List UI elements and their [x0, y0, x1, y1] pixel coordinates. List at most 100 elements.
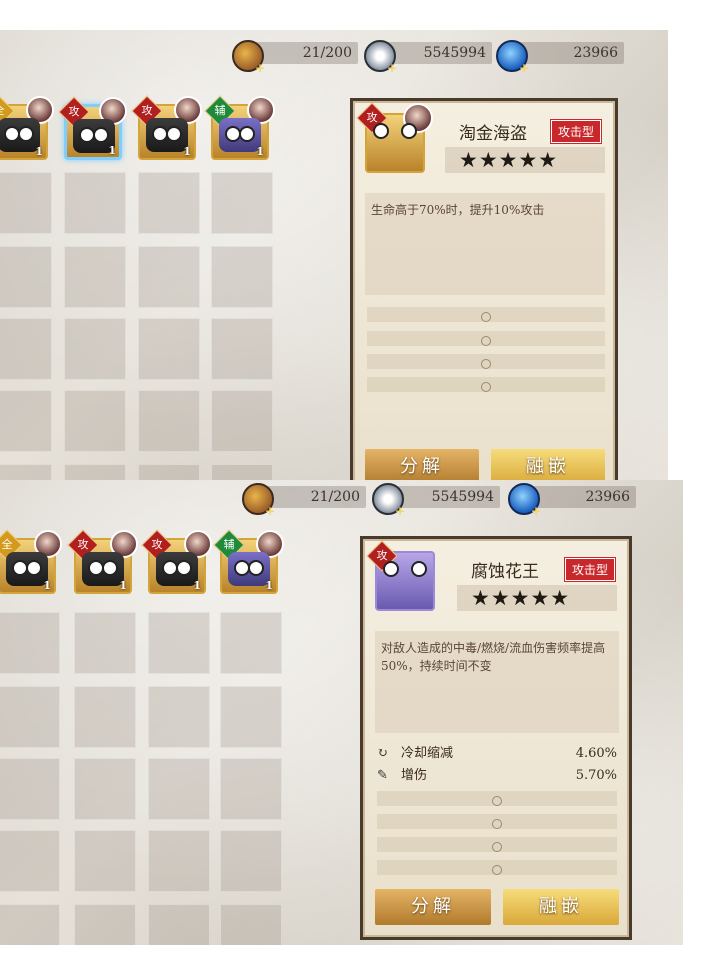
empty-slot[interactable] — [138, 318, 200, 380]
stat-label: 冷却缩减 — [401, 746, 454, 761]
empty-slot[interactable] — [148, 904, 210, 945]
empty-slot[interactable] — [220, 686, 282, 748]
stat-row-cooldown: ↻ 冷却缩减 4.60% — [377, 745, 617, 763]
empty-slot[interactable] — [220, 830, 282, 892]
empty-slot[interactable] — [0, 830, 60, 892]
empty-slot[interactable] — [138, 172, 200, 234]
card-level: 1 — [119, 579, 127, 592]
card-level: 1 — [193, 579, 201, 592]
card-level: 1 — [43, 579, 51, 592]
locked-slot — [377, 837, 617, 852]
pirate-mask-icon — [156, 552, 198, 586]
triangle-coin-icon[interactable]: + — [372, 483, 405, 517]
stamina-counter: 21/200 — [260, 486, 366, 508]
empty-slot[interactable] — [74, 686, 136, 748]
empty-slot[interactable] — [74, 612, 136, 674]
empty-slot[interactable] — [0, 758, 60, 820]
lock-icon — [492, 819, 502, 829]
empty-slot[interactable] — [148, 612, 210, 674]
star-rating: ★★★★★ — [457, 585, 617, 611]
lock-icon — [492, 796, 502, 806]
damage-boost-icon: ✎ — [377, 768, 388, 783]
inventory-card-4[interactable]: 辅 1 — [213, 529, 284, 594]
inventory-card-3[interactable]: 攻 1 — [131, 95, 202, 160]
empty-slot[interactable] — [0, 172, 52, 234]
inventory-card-4[interactable]: 辅 1 — [204, 95, 275, 160]
card-level: 1 — [265, 579, 273, 592]
empty-slot[interactable] — [211, 390, 273, 452]
item-description: 生命高于70%时，提升10%攻击 — [365, 193, 605, 295]
empty-slot[interactable] — [138, 246, 200, 308]
item-icon: 攻 — [366, 540, 435, 611]
empty-slot[interactable] — [64, 390, 126, 452]
empty-slot[interactable] — [220, 904, 282, 945]
empty-slot[interactable] — [0, 904, 60, 945]
inventory-card-2[interactable]: 攻 1 — [58, 96, 127, 160]
empty-slot[interactable] — [0, 318, 52, 380]
embed-button[interactable]: 融嵌 — [503, 889, 619, 925]
empty-slot[interactable] — [64, 464, 126, 480]
stat-label: 增伤 — [401, 768, 428, 783]
stamina-scroll-icon[interactable]: + — [232, 40, 265, 74]
blue-gem-icon[interactable]: + — [496, 40, 529, 74]
empty-slot[interactable] — [0, 612, 60, 674]
empty-slot[interactable] — [138, 464, 200, 480]
empty-slot[interactable] — [74, 758, 136, 820]
card-level: 1 — [256, 145, 264, 158]
lock-icon — [481, 312, 491, 322]
stat-row-damage: ✎ 增伤 5.70% — [377, 767, 617, 785]
empty-slot[interactable] — [211, 318, 273, 380]
empty-slot[interactable] — [0, 686, 60, 748]
decompose-button[interactable]: 分解 — [365, 449, 479, 480]
lock-icon — [492, 842, 502, 852]
inventory-card-1[interactable]: 全 1 — [0, 529, 62, 594]
empty-slot[interactable] — [220, 612, 282, 674]
triangle-coin-icon[interactable]: + — [364, 40, 397, 74]
empty-slot[interactable] — [0, 246, 52, 308]
blue-gem-icon[interactable]: + — [508, 483, 541, 517]
mask-icon — [0, 118, 40, 152]
inventory-card-2[interactable]: 攻 1 — [67, 529, 138, 594]
card-level: 1 — [108, 144, 116, 157]
item-detail-panel: 攻 腐蚀花王 攻击型 ★★★★★ 对敌人造成的中毒/燃烧/流血伤害频率提高50%… — [360, 536, 632, 940]
empty-slot[interactable] — [148, 686, 210, 748]
empty-slot[interactable] — [148, 758, 210, 820]
item-name: 淘金海盗 — [459, 124, 527, 144]
cat-mask-icon — [228, 552, 270, 586]
stamina-scroll-icon[interactable]: + — [242, 483, 275, 517]
decompose-button[interactable]: 分解 — [375, 889, 491, 925]
inventory-card-3[interactable]: 攻 1 — [141, 529, 212, 594]
embed-button[interactable]: 融嵌 — [491, 449, 605, 480]
empty-slot[interactable] — [74, 904, 136, 945]
locked-slot — [377, 814, 617, 829]
stat-value: 4.60% — [575, 746, 617, 761]
lock-icon — [481, 382, 491, 392]
empty-slot[interactable] — [64, 318, 126, 380]
lock-icon — [492, 865, 502, 875]
item-icon: 攻 — [356, 102, 433, 173]
locked-slot — [367, 354, 605, 369]
card-level: 1 — [35, 145, 43, 158]
item-detail-panel: 攻 淘金海盗 攻击型 ★★★★★ 生命高于70%时，提升10%攻击 分解 融嵌 — [350, 98, 618, 480]
lock-icon — [481, 359, 491, 369]
cooldown-icon: ↻ — [377, 746, 388, 761]
screenshot-panel-1: 21/200 + 5545994 + 23966 + 全 1 攻 1 攻 1 辅… — [0, 30, 668, 480]
empty-slot[interactable] — [211, 172, 273, 234]
resource-bar: 21/200 + 5545994 + 23966 + — [0, 480, 683, 526]
empty-slot[interactable] — [0, 464, 52, 480]
item-name: 腐蚀花王 — [471, 562, 539, 582]
empty-slot[interactable] — [211, 464, 273, 480]
mask-icon — [6, 552, 48, 586]
stat-value: 5.70% — [575, 768, 617, 783]
locked-slot — [367, 377, 605, 392]
inventory-card-1[interactable]: 全 1 — [0, 95, 54, 160]
locked-slot — [367, 307, 605, 322]
empty-slot[interactable] — [138, 390, 200, 452]
empty-slot[interactable] — [211, 246, 273, 308]
empty-slot[interactable] — [64, 246, 126, 308]
empty-slot[interactable] — [0, 390, 52, 452]
empty-slot[interactable] — [64, 172, 126, 234]
empty-slot[interactable] — [148, 830, 210, 892]
empty-slot[interactable] — [220, 758, 282, 820]
empty-slot[interactable] — [74, 830, 136, 892]
